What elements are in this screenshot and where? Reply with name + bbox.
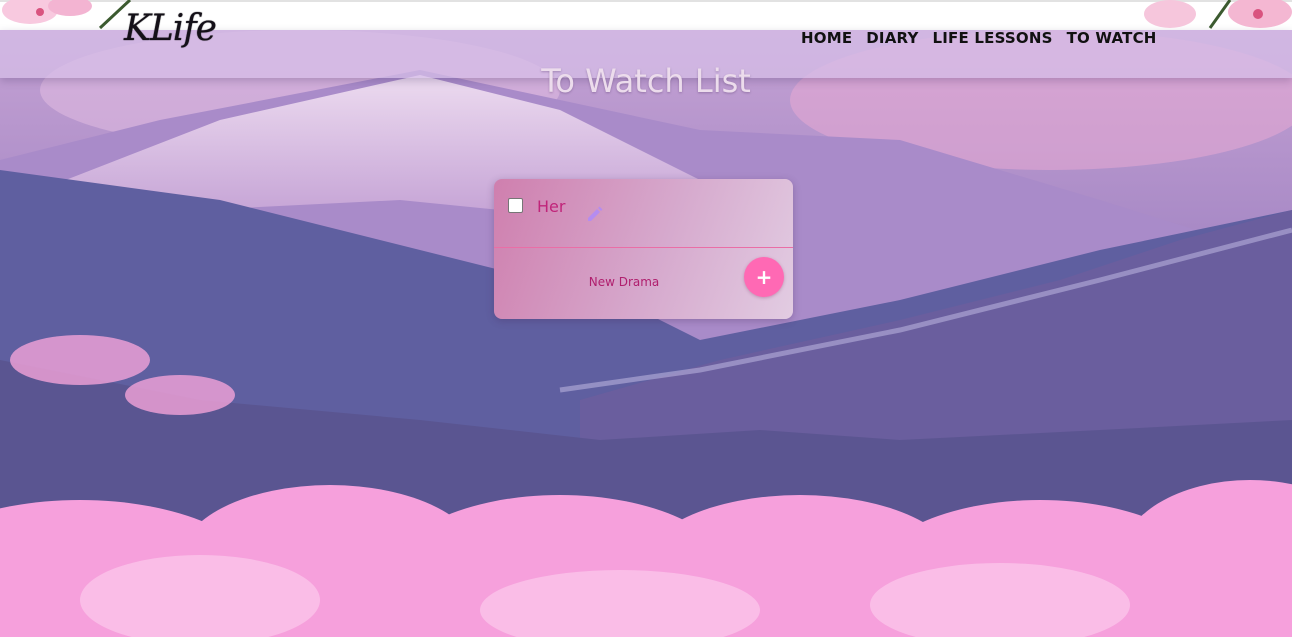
new-item-row: +	[494, 248, 793, 319]
watch-list-card: Her +	[494, 179, 793, 319]
nav-item-life-lessons[interactable]: LIFE LESSONS	[933, 29, 1053, 47]
main-nav: HOME DIARY LIFE LESSONS TO WATCH	[801, 29, 1157, 47]
list-item: Her	[494, 179, 793, 248]
cherry-blossom-decoration-right	[1144, 0, 1292, 29]
add-button[interactable]: +	[744, 257, 784, 297]
pencil-icon[interactable]	[585, 204, 603, 222]
nav-item-to-watch[interactable]: TO WATCH	[1067, 29, 1157, 47]
nav-item-home[interactable]: HOME	[801, 29, 852, 47]
new-drama-input[interactable]	[514, 272, 734, 292]
page-title: To Watch List	[541, 62, 751, 100]
item-checkbox[interactable]	[508, 198, 523, 213]
cherry-blossom-decoration-left	[2, 0, 132, 30]
brand-logo[interactable]: KLife	[124, 8, 217, 49]
nav-item-diary[interactable]: DIARY	[866, 29, 918, 47]
item-title: Her	[537, 197, 566, 216]
